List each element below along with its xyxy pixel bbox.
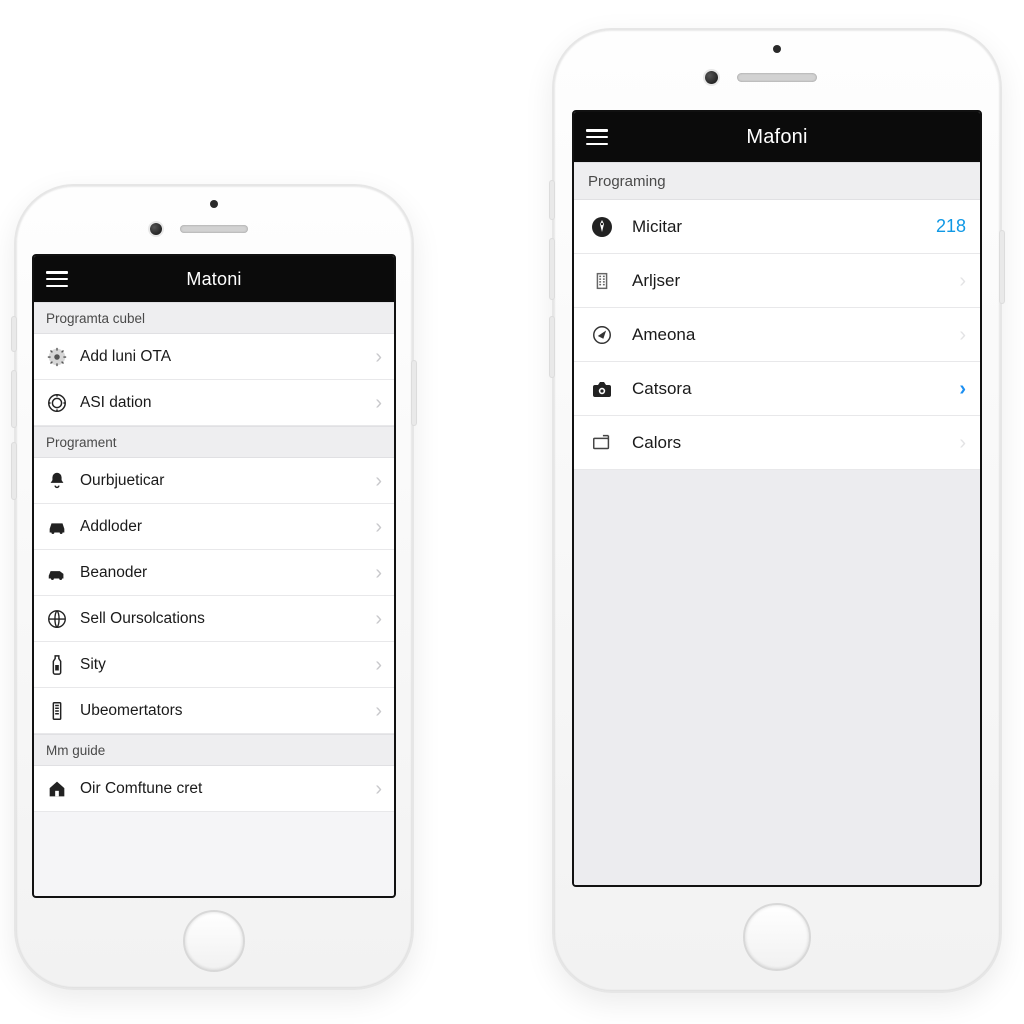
list-item-sity[interactable]: Sity ›	[34, 642, 394, 688]
list-item-ourbjueticar[interactable]: Ourbjueticar ›	[34, 458, 394, 504]
proximity-sensor	[773, 45, 781, 53]
list-item-sell-oursolcations[interactable]: Sell Oursolcations ›	[34, 596, 394, 642]
list-item-label: Ourbjueticar	[80, 472, 375, 490]
count-badge: 218	[936, 216, 966, 237]
chevron-right-icon: ›	[375, 471, 382, 491]
chevron-right-icon: ›	[959, 325, 966, 345]
display-icon	[588, 429, 616, 457]
list-item-label: Micitar	[632, 217, 936, 237]
screen-left: Matoni Programta cubel Add luni OTA › AS…	[32, 254, 396, 898]
phone-mockup-left: Matoni Programta cubel Add luni OTA › AS…	[14, 184, 414, 990]
chevron-right-icon: ›	[375, 779, 382, 799]
home-button[interactable]	[183, 910, 245, 972]
list-item-label: ASI dation	[80, 394, 375, 412]
earpiece-speaker	[737, 73, 817, 82]
list-item-label: Ameona	[632, 325, 959, 345]
power-button	[411, 360, 417, 426]
bottle-icon	[44, 652, 70, 678]
navbar-title: Matoni	[186, 269, 241, 290]
section-header: Programing	[574, 162, 980, 200]
chevron-right-icon: ›	[959, 433, 966, 453]
list-item-label: Sell Oursolcations	[80, 610, 375, 628]
proximity-sensor	[210, 200, 218, 208]
section-header: Mm guide	[34, 734, 394, 766]
list-item-label: Sity	[80, 656, 375, 674]
list-item-label: Oir Comftune cret	[80, 780, 375, 798]
gear-icon	[44, 344, 70, 370]
compass-icon	[588, 321, 616, 349]
chevron-right-icon: ›	[375, 655, 382, 675]
list-item-micitar[interactable]: Micitar 218	[574, 200, 980, 254]
screen-right: Mafoni Programing Micitar 218 Arljser ›	[572, 110, 982, 887]
chevron-right-icon: ›	[375, 701, 382, 721]
badge-icon	[44, 390, 70, 416]
rocket-icon	[588, 213, 616, 241]
chevron-right-icon: ›	[375, 517, 382, 537]
list-item-arljser[interactable]: Arljser ›	[574, 254, 980, 308]
front-camera	[150, 223, 162, 235]
volume-down-button	[549, 316, 555, 378]
menu-icon[interactable]	[586, 129, 608, 145]
list-item-asi-dation[interactable]: ASI dation ›	[34, 380, 394, 426]
navbar: Mafoni	[574, 112, 980, 162]
building-icon	[588, 267, 616, 295]
front-camera	[705, 71, 718, 84]
mute-switch	[549, 180, 555, 220]
home-button[interactable]	[743, 903, 811, 971]
globe-icon	[44, 606, 70, 632]
list-item-addloder[interactable]: Addloder ›	[34, 504, 394, 550]
volume-down-button	[11, 442, 17, 500]
list-item-add-luni-ota[interactable]: Add luni OTA ›	[34, 334, 394, 380]
phone-top-hardware	[16, 214, 412, 244]
list-item-label: Beanoder	[80, 564, 375, 582]
power-button	[999, 230, 1005, 304]
chevron-right-icon: ›	[375, 393, 382, 413]
chevron-right-icon: ›	[959, 379, 966, 399]
list-item-label: Ubeomertators	[80, 702, 375, 720]
earpiece-speaker	[180, 225, 248, 233]
house-icon	[44, 776, 70, 802]
chevron-right-icon: ›	[375, 347, 382, 367]
section-header: Programent	[34, 426, 394, 458]
list-item-label: Catsora	[632, 379, 959, 399]
device-icon	[44, 698, 70, 724]
volume-up-button	[549, 238, 555, 300]
bell-icon	[44, 468, 70, 494]
list-item-oir-comftune-cret[interactable]: Oir Comftune cret ›	[34, 766, 394, 812]
list-item-calors[interactable]: Calors ›	[574, 416, 980, 470]
chevron-right-icon: ›	[375, 563, 382, 583]
list-item-catsora[interactable]: Catsora ›	[574, 362, 980, 416]
camera-icon	[588, 375, 616, 403]
car2-icon	[44, 560, 70, 586]
phone-mockup-right: Mafoni Programing Micitar 218 Arljser ›	[552, 28, 1002, 993]
list-item-label: Calors	[632, 433, 959, 453]
list-item-ubeomertators[interactable]: Ubeomertators ›	[34, 688, 394, 734]
list-item-beanoder[interactable]: Beanoder ›	[34, 550, 394, 596]
chevron-right-icon: ›	[959, 271, 966, 291]
menu-icon[interactable]	[46, 271, 68, 287]
section-header: Programta cubel	[34, 302, 394, 334]
list-item-label: Add luni OTA	[80, 348, 375, 366]
empty-area	[574, 470, 980, 887]
car-icon	[44, 514, 70, 540]
phone-top-hardware	[554, 62, 1000, 92]
mute-switch	[11, 316, 17, 352]
navbar-title: Mafoni	[746, 126, 807, 149]
list-item-label: Arljser	[632, 271, 959, 291]
volume-up-button	[11, 370, 17, 428]
chevron-right-icon: ›	[375, 609, 382, 629]
list-item-label: Addloder	[80, 518, 375, 536]
list-item-ameona[interactable]: Ameona ›	[574, 308, 980, 362]
navbar: Matoni	[34, 256, 394, 302]
